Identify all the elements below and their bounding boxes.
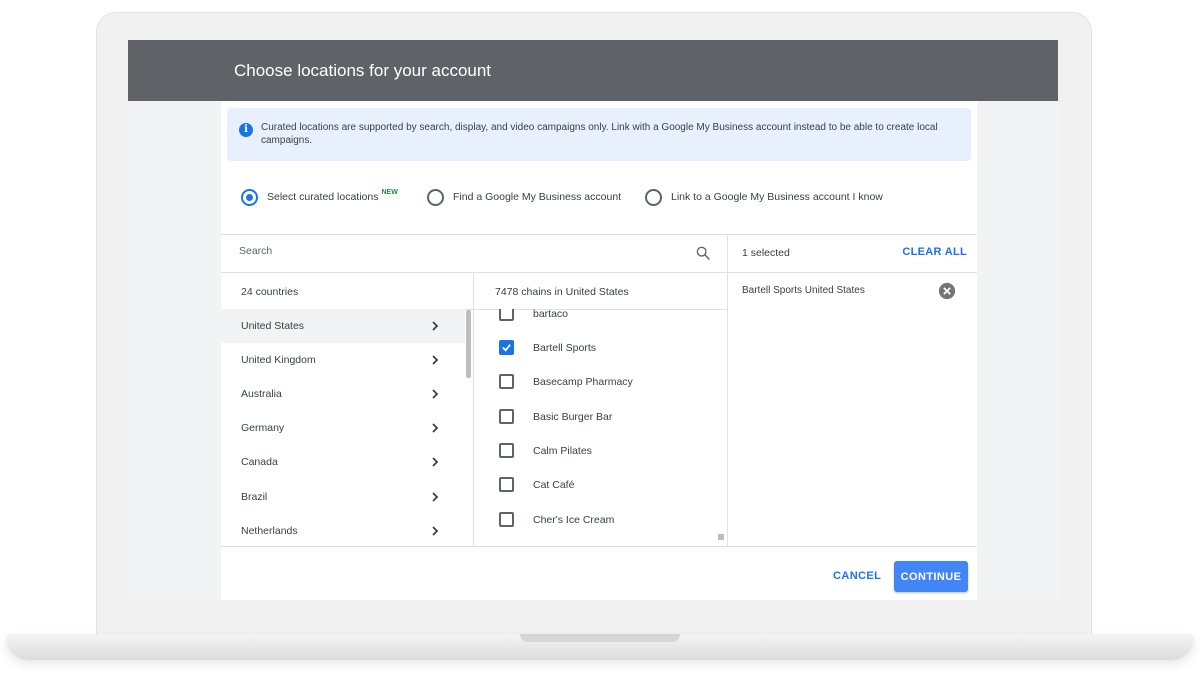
location-source-options: Select curated locations NEW Find a Goog… <box>241 187 971 207</box>
clear-all-button[interactable]: CLEAR ALL <box>902 246 967 258</box>
continue-button[interactable]: CONTINUE <box>894 561 968 592</box>
laptop-notch <box>520 634 680 642</box>
chain-name: Cat Café <box>533 479 575 491</box>
countries-header: 24 countries <box>241 286 299 298</box>
cancel-button[interactable]: CANCEL <box>823 561 891 591</box>
chevron-right-icon <box>432 492 439 502</box>
country-name: Brazil <box>241 491 268 503</box>
country-item-united-kingdom[interactable]: United Kingdom <box>221 343 465 377</box>
dialog-title: Choose locations for your account <box>234 61 492 80</box>
country-list: United States United Kingdom Australia G… <box>221 309 473 546</box>
radio-button[interactable] <box>645 188 662 206</box>
info-banner-text: Curated locations are supported by searc… <box>261 122 938 146</box>
chain-item[interactable]: Basic Burger Bar <box>475 400 725 434</box>
country-name: United States <box>241 320 305 332</box>
checkbox[interactable] <box>499 477 514 492</box>
chevron-right-icon <box>432 355 439 365</box>
radio-label: Find a Google My Business account <box>453 191 622 203</box>
checkbox[interactable] <box>499 512 514 527</box>
country-list-scrollbar[interactable] <box>466 310 471 378</box>
selected-item-label: Bartell Sports United States <box>742 285 865 296</box>
chain-name: Calm Pilates <box>533 445 592 457</box>
chevron-right-icon <box>432 457 439 467</box>
chain-item[interactable]: Calm Pilates <box>475 434 725 468</box>
radio-option-find-gmb[interactable]: Find a Google My Business account <box>427 187 621 207</box>
checkmark-icon <box>502 344 511 352</box>
selected-count: 1 selected <box>742 247 790 259</box>
chain-item[interactable]: Cat Café <box>475 468 725 502</box>
chevron-right-icon <box>432 526 439 536</box>
radio-button[interactable] <box>427 188 444 206</box>
screen: Choose locations for your account i Cura… <box>128 40 1058 600</box>
search-input[interactable] <box>239 245 679 257</box>
chain-item[interactable]: Cher's Ice Cream <box>475 503 725 537</box>
country-name: United Kingdom <box>241 354 316 366</box>
chain-name: Basic Burger Bar <box>533 411 613 423</box>
checkbox[interactable] <box>499 374 514 389</box>
chain-item[interactable]: Bartell Sports <box>475 331 725 365</box>
chain-list-scrollbar[interactable] <box>718 534 724 540</box>
chains-header: 7478 chains in United States <box>495 286 629 298</box>
checkbox[interactable] <box>499 309 514 321</box>
search-bar <box>221 234 727 272</box>
dialog-title-bar: Choose locations for your account <box>128 40 1058 101</box>
country-name: Netherlands <box>241 525 298 537</box>
chain-item[interactable]: Basecamp Pharmacy <box>475 365 725 399</box>
radio-option-link-gmb[interactable]: Link to a Google My Business account I k… <box>645 187 883 207</box>
country-name: Canada <box>241 456 278 468</box>
location-dialog: i Curated locations are supported by sea… <box>221 101 977 600</box>
chain-name: Basecamp Pharmacy <box>533 376 633 388</box>
radio-button-checked[interactable] <box>241 188 258 206</box>
country-item-germany[interactable]: Germany <box>221 411 465 445</box>
new-badge: NEW <box>381 188 398 196</box>
chevron-right-icon <box>432 423 439 433</box>
checkbox[interactable] <box>499 409 514 424</box>
close-circle-icon[interactable] <box>938 282 956 300</box>
country-name: Australia <box>241 388 282 400</box>
checkbox[interactable] <box>499 443 514 458</box>
selected-header: 1 selected CLEAR ALL <box>728 234 977 272</box>
search-icon[interactable] <box>695 245 711 261</box>
country-item-united-states[interactable]: United States <box>221 309 465 343</box>
checkbox-checked[interactable] <box>499 340 514 355</box>
divider <box>473 273 474 546</box>
country-item-australia[interactable]: Australia <box>221 377 465 411</box>
country-item-netherlands[interactable]: Netherlands <box>221 514 465 546</box>
selected-item: Bartell Sports United States <box>728 273 977 309</box>
chain-name: Cher's Ice Cream <box>533 514 615 526</box>
chain-name: bartaco <box>533 309 569 320</box>
info-banner: i Curated locations are supported by sea… <box>227 108 971 161</box>
chevron-right-icon <box>432 321 439 331</box>
chevron-right-icon <box>432 389 439 399</box>
chain-list: bartaco Bartell Sports Basecamp Pharmacy… <box>475 309 727 546</box>
radio-label: Select curated locations <box>267 191 379 203</box>
chain-item[interactable]: bartaco <box>475 309 725 331</box>
country-item-canada[interactable]: Canada <box>221 445 465 479</box>
info-icon: i <box>239 123 253 137</box>
chain-name: Bartell Sports <box>533 342 597 354</box>
radio-option-curated[interactable]: Select curated locations NEW <box>241 187 398 207</box>
dialog-footer: CANCEL CONTINUE <box>221 546 977 600</box>
radio-label: Link to a Google My Business account I k… <box>671 191 883 203</box>
country-name: Germany <box>241 422 285 434</box>
country-item-brazil[interactable]: Brazil <box>221 480 465 514</box>
